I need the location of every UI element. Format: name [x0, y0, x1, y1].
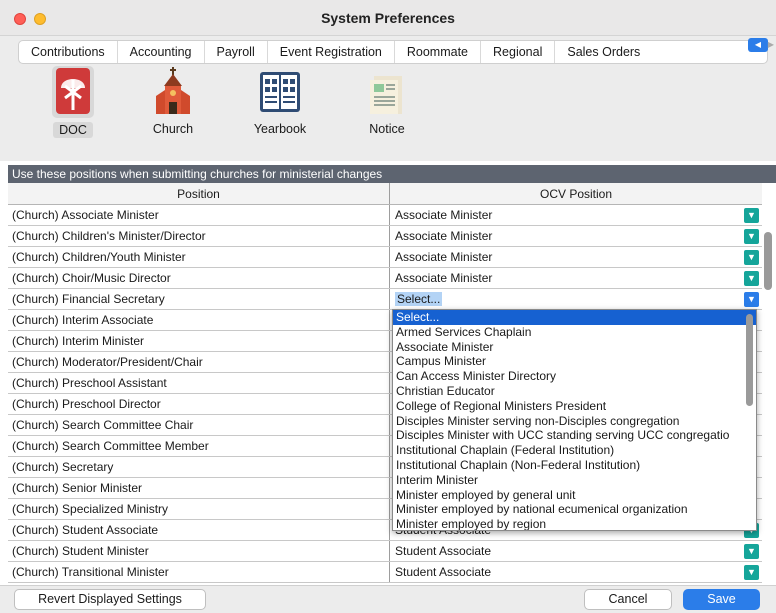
dropdown-option[interactable]: Minister employed by national ecumenical… [393, 502, 756, 517]
position-cell: (Church) Specialized Ministry [8, 499, 390, 519]
position-cell: (Church) Transitional Minister [8, 562, 390, 582]
dropdown-option[interactable]: Institutional Chaplain (Federal Institut… [393, 443, 756, 458]
section-header: Use these positions when submitting chur… [8, 165, 776, 183]
ocv-position-select[interactable]: Associate Minister ▼ [390, 268, 762, 288]
subnav-notice-label: Notice [369, 122, 405, 136]
sub-navigation: DOC Church Yearbook Notice [0, 66, 776, 161]
subnav-church[interactable]: Church [133, 66, 213, 136]
position-cell: (Church) Children/Youth Minister [8, 247, 390, 267]
table-row: (Church) Children/Youth Minister Associat… [8, 247, 762, 268]
position-cell: (Church) Interim Associate [8, 310, 390, 330]
tab-scroll-right-button[interactable]: ▶ [768, 38, 774, 52]
ocv-position-select[interactable]: Associate Minister ▼ [390, 247, 762, 267]
position-cell: (Church) Associate Minister [8, 205, 390, 225]
ocv-position-value: Associate Minister [395, 208, 493, 222]
dropdown-option[interactable]: Armed Services Chaplain [393, 325, 756, 340]
chevron-down-icon[interactable]: ▼ [744, 250, 759, 265]
subnav-doc[interactable]: DOC [33, 66, 113, 138]
yearbook-icon [257, 66, 303, 118]
tab-roommate[interactable]: Roommate [395, 41, 482, 63]
table-row: (Church) Financial Secretary Select... ▼ [8, 289, 762, 310]
dropdown-option[interactable]: Campus Minister [393, 354, 756, 369]
tab-sales-orders[interactable]: Sales Orders [555, 41, 652, 63]
ocv-position-select-active[interactable]: Select... ▼ [390, 289, 762, 309]
table-scrollbar[interactable] [764, 232, 772, 290]
dropdown-option[interactable]: College of Regional Ministers President [393, 399, 756, 414]
position-cell: (Church) Children's Minister/Director [8, 226, 390, 246]
chevron-down-icon[interactable]: ▼ [744, 544, 759, 559]
table-row: (Church) Transitional Minister Student As… [8, 562, 762, 583]
dropdown-option[interactable]: Interim Minister [393, 473, 756, 488]
ocv-position-value: Associate Minister [395, 250, 493, 264]
cancel-button[interactable]: Cancel [584, 589, 672, 610]
subnav-church-label: Church [152, 122, 194, 136]
dropdown-option[interactable]: Disciples Minister serving non-Disciples… [393, 414, 756, 429]
dropdown-option[interactable]: Minister employed by region [393, 517, 756, 530]
position-cell: (Church) Preschool Director [8, 394, 390, 414]
tab-contributions[interactable]: Contributions [19, 41, 118, 63]
window-title: System Preferences [321, 10, 455, 26]
tab-strip: Contributions Accounting Payroll Event R… [18, 40, 768, 64]
tab-regional[interactable]: Regional [481, 41, 556, 63]
table-row: (Church) Student Minister Student Associa… [8, 541, 762, 562]
tab-payroll[interactable]: Payroll [205, 41, 268, 63]
dropdown-option[interactable]: Institutional Chaplain (Non-Federal Inst… [393, 458, 756, 473]
chalice-icon [50, 66, 96, 118]
table-row: (Church) Children's Minister/Director Ass… [8, 226, 762, 247]
tab-accounting[interactable]: Accounting [118, 41, 205, 63]
chevron-down-icon[interactable]: ▼ [744, 292, 759, 307]
column-header-position[interactable]: Position [8, 183, 390, 204]
chevron-down-icon[interactable]: ▼ [744, 271, 759, 286]
position-cell: (Church) Financial Secretary [8, 289, 390, 309]
ocv-position-dropdown-list: Select... Armed Services Chaplain Associ… [392, 309, 757, 531]
ocv-position-select[interactable]: Student Associate ▼ [390, 562, 762, 582]
position-cell: (Church) Interim Minister [8, 331, 390, 351]
dropdown-option[interactable]: Disciples Minister with UCC standing ser… [393, 428, 756, 443]
table-row: (Church) Choir/Music Director Associate M… [8, 268, 762, 289]
subnav-yearbook-label: Yearbook [253, 122, 307, 136]
subnav-doc-label: DOC [53, 122, 93, 138]
column-header-ocv-position[interactable]: OCV Position [390, 183, 762, 204]
position-cell: (Church) Student Minister [8, 541, 390, 561]
ocv-position-value: Student Associate [395, 565, 492, 579]
ocv-position-value: Select... [395, 292, 443, 306]
church-icon [150, 66, 196, 118]
dropdown-option[interactable]: Select... [393, 310, 756, 325]
ocv-position-value: Student Associate [395, 544, 492, 558]
notice-icon [364, 66, 410, 118]
chevron-down-icon[interactable]: ▼ [744, 208, 759, 223]
position-cell: (Church) Student Associate [8, 520, 390, 540]
position-cell: (Church) Moderator/President/Chair [8, 352, 390, 372]
position-cell: (Church) Search Committee Chair [8, 415, 390, 435]
tab-scroll-left-button[interactable]: ◀ [748, 38, 768, 52]
table-row: (Church) Associate Minister Associate Min… [8, 205, 762, 226]
subnav-notice[interactable]: Notice [347, 66, 427, 136]
tab-bar: Contributions Accounting Payroll Event R… [0, 36, 776, 66]
position-cell: (Church) Preschool Assistant [8, 373, 390, 393]
dropdown-option[interactable]: Can Access Minister Directory [393, 369, 756, 384]
ocv-position-value: Associate Minister [395, 229, 493, 243]
dropdown-scrollbar[interactable] [746, 314, 753, 406]
dropdown-option[interactable]: Christian Educator [393, 384, 756, 399]
tab-event-registration[interactable]: Event Registration [268, 41, 395, 63]
ocv-position-select[interactable]: Associate Minister ▼ [390, 226, 762, 246]
ocv-position-value: Associate Minister [395, 271, 493, 285]
ocv-position-select[interactable]: Associate Minister ▼ [390, 205, 762, 225]
footer-bar: Revert Displayed Settings Cancel Save [0, 585, 776, 613]
title-bar: System Preferences [0, 0, 776, 36]
save-button[interactable]: Save [683, 589, 760, 610]
position-cell: (Church) Search Committee Member [8, 436, 390, 456]
position-cell: (Church) Choir/Music Director [8, 268, 390, 288]
dropdown-option[interactable]: Associate Minister [393, 340, 756, 355]
ocv-position-select[interactable]: Student Associate ▼ [390, 541, 762, 561]
chevron-down-icon[interactable]: ▼ [744, 229, 759, 244]
chevron-down-icon[interactable]: ▼ [744, 565, 759, 580]
revert-settings-button[interactable]: Revert Displayed Settings [14, 589, 206, 610]
position-cell: (Church) Senior Minister [8, 478, 390, 498]
subnav-yearbook[interactable]: Yearbook [240, 66, 320, 136]
position-cell: (Church) Secretary [8, 457, 390, 477]
table-header: Position OCV Position [8, 183, 762, 205]
dropdown-option[interactable]: Minister employed by general unit [393, 488, 756, 503]
